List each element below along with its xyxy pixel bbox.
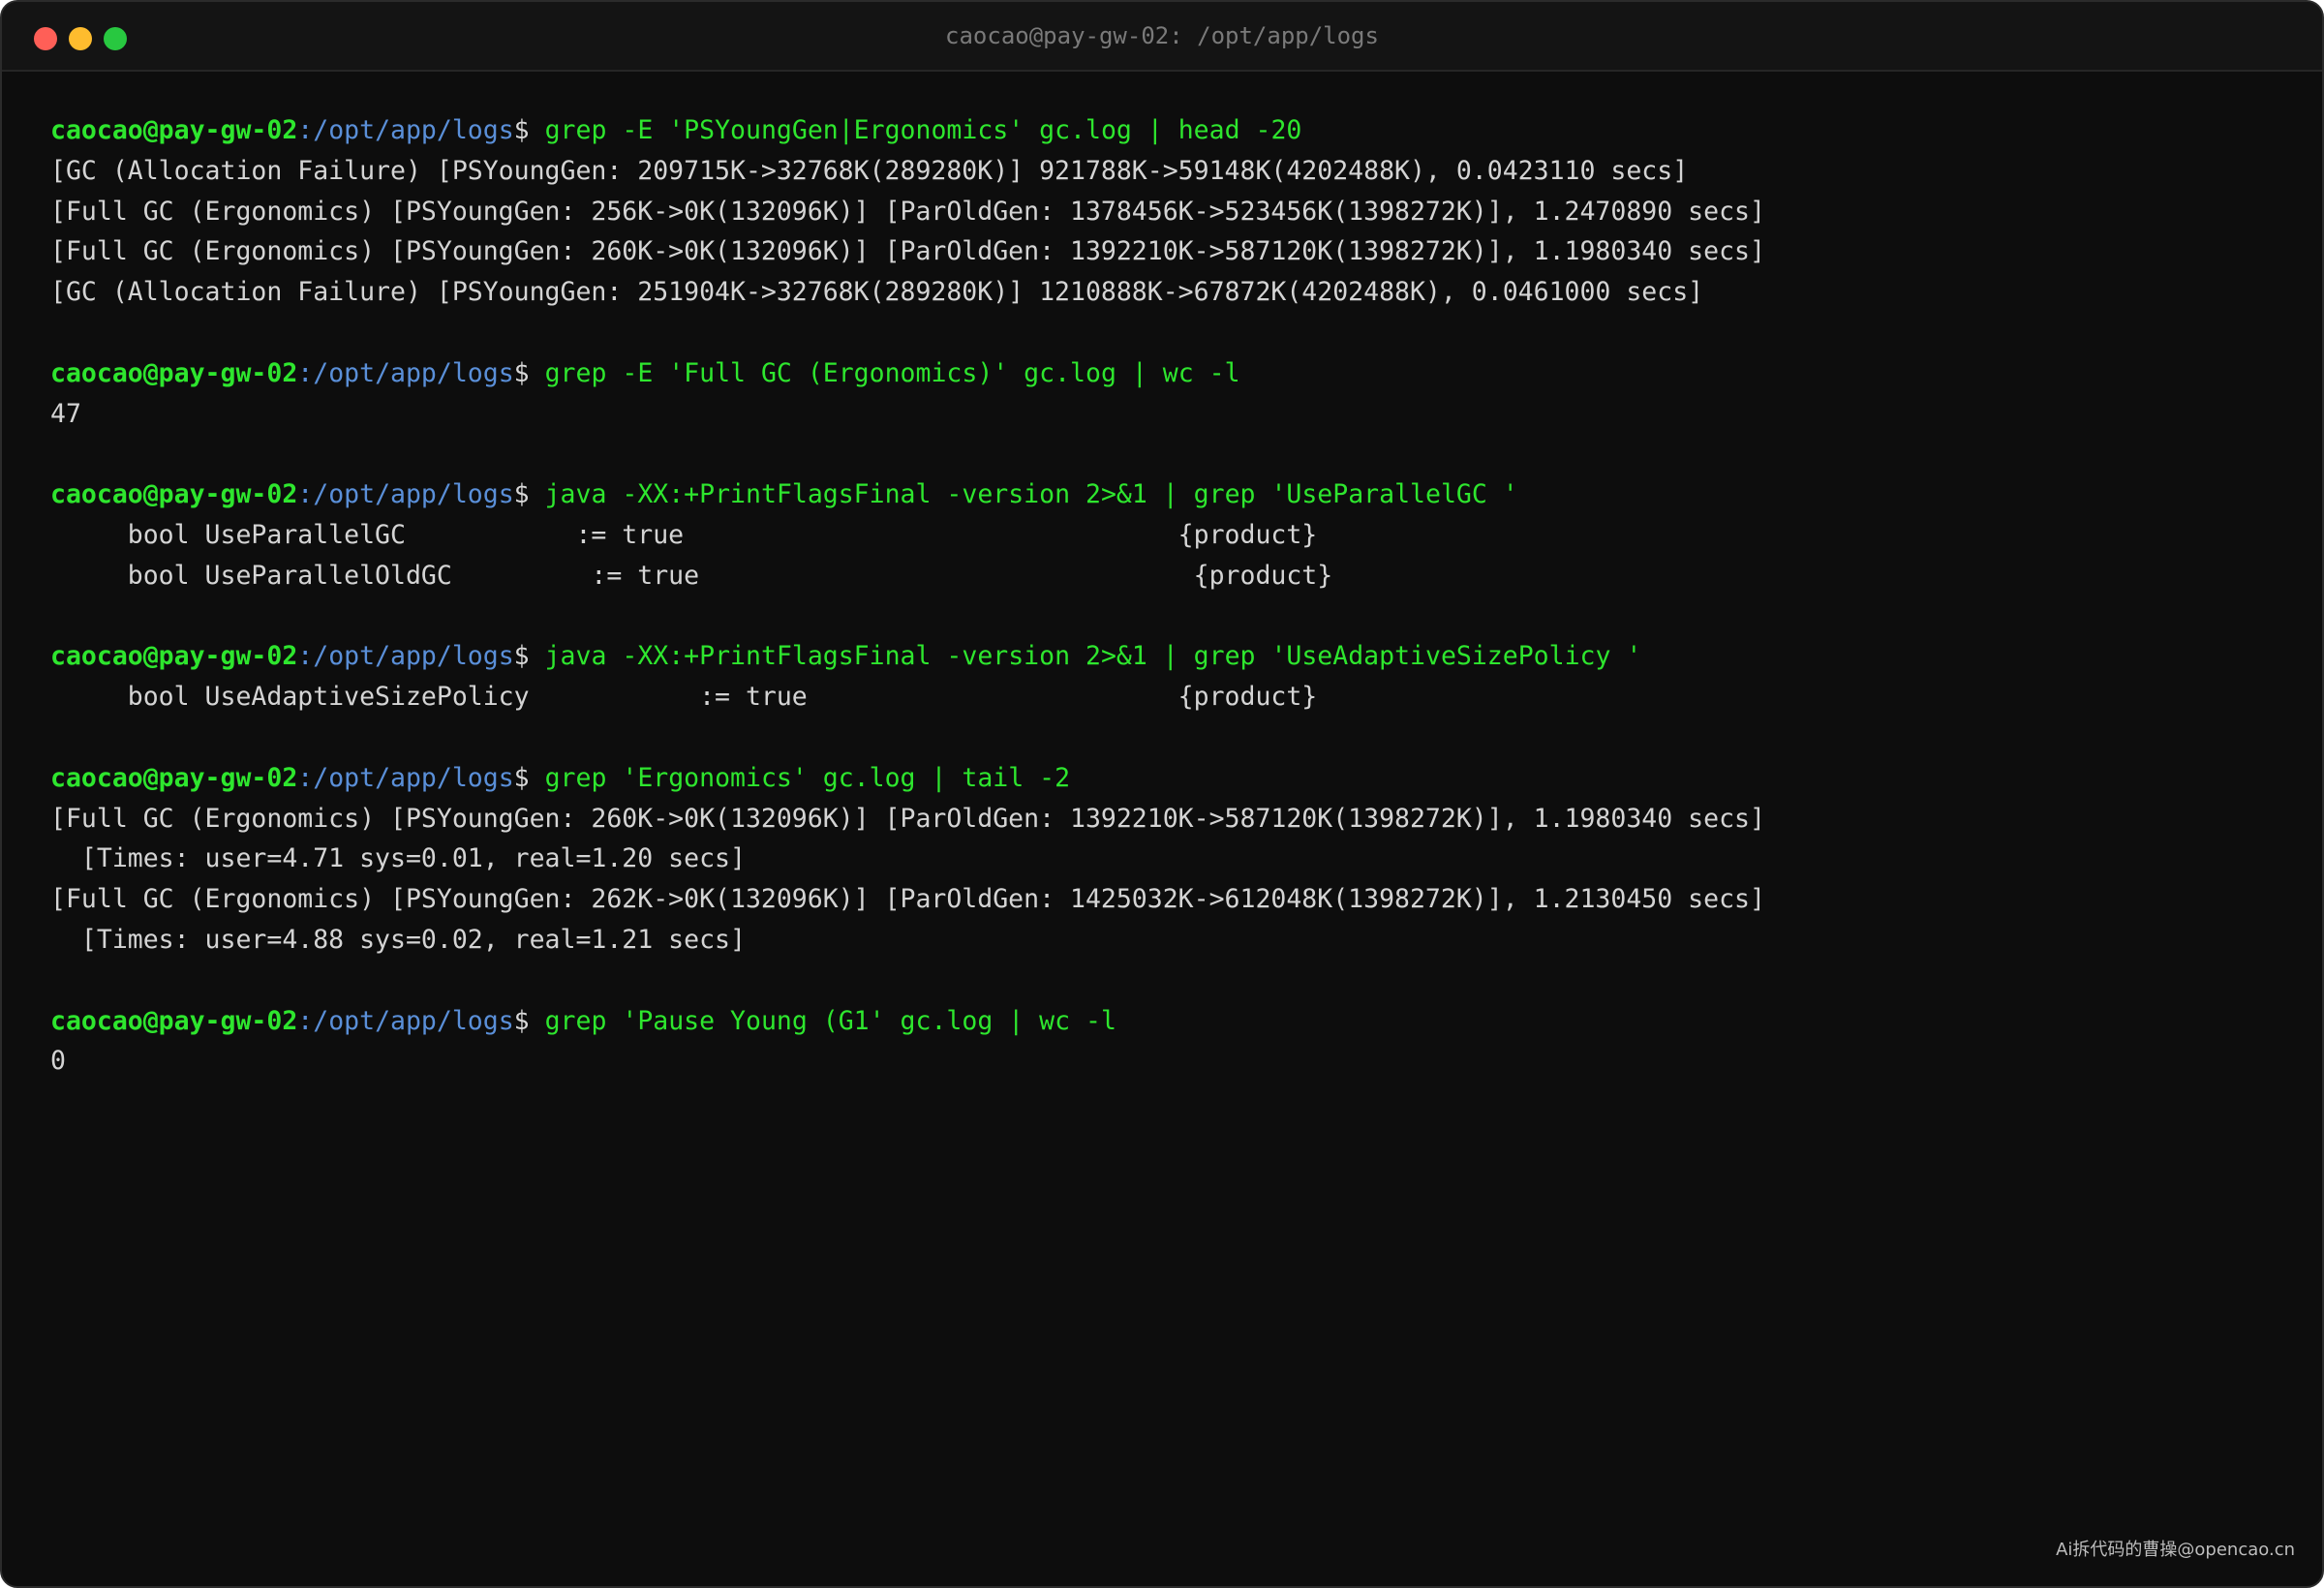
command-text: grep -E 'PSYoungGen|Ergonomics' gc.log |…: [544, 115, 1302, 145]
prompt-colon: :: [297, 641, 314, 672]
output-line: [Times: user=4.71 sys=0.01, real=1.20 se…: [50, 843, 746, 874]
output-line: [GC (Allocation Failure) [PSYoungGen: 25…: [50, 277, 1704, 308]
prompt-line: caocao@pay-gw-02:/opt/app/logs$ grep -E …: [50, 110, 2293, 151]
watermark: Ai拆代码的曹操@opencao.cn: [2056, 1540, 2295, 1560]
output-line: [Full GC (Ergonomics) [PSYoungGen: 260K-…: [50, 236, 1765, 267]
output-line: 47: [50, 398, 81, 429]
output-line: [Full GC (Ergonomics) [PSYoungGen: 262K-…: [50, 884, 1765, 915]
prompt-path: /opt/app/logs: [313, 357, 514, 388]
prompt-line: caocao@pay-gw-02:/opt/app/logs$ grep -E …: [50, 353, 2293, 394]
prompt-symbol: $: [513, 762, 545, 793]
prompt-user: caocao@pay-gw-02: [50, 357, 298, 388]
prompt-symbol: $: [513, 115, 545, 145]
output-line: bool UseParallelOldGC := true {product}: [50, 560, 1333, 591]
prompt-symbol: $: [513, 357, 545, 388]
command-text: java -XX:+PrintFlagsFinal -version 2>&1 …: [544, 641, 1642, 672]
output-line: bool UseAdaptiveSizePolicy := true {prod…: [50, 682, 1318, 713]
prompt-symbol: $: [513, 479, 545, 510]
window-title: caocao@pay-gw-02: /opt/app/logs: [945, 22, 1379, 49]
prompt-path: /opt/app/logs: [313, 762, 514, 793]
prompt-symbol: $: [513, 1005, 545, 1036]
output-line: [Full GC (Ergonomics) [PSYoungGen: 256K-…: [50, 196, 1765, 227]
output-line: [Full GC (Ergonomics) [PSYoungGen: 260K-…: [50, 803, 1765, 834]
prompt-line: caocao@pay-gw-02:/opt/app/logs$ grep 'Pa…: [50, 1001, 2293, 1042]
prompt-colon: :: [297, 762, 314, 793]
prompt-path: /opt/app/logs: [313, 1005, 514, 1036]
prompt-symbol: $: [513, 641, 545, 672]
prompt-line: caocao@pay-gw-02:/opt/app/logs$ java -XX…: [50, 474, 2293, 515]
command-text: grep -E 'Full GC (Ergonomics)' gc.log | …: [544, 357, 1240, 388]
output-line: 0: [50, 1046, 66, 1077]
prompt-path: /opt/app/logs: [313, 641, 514, 672]
command-text: grep 'Ergonomics' gc.log | tail -2: [544, 762, 1071, 793]
command-text: java -XX:+PrintFlagsFinal -version 2>&1 …: [544, 479, 1518, 510]
prompt-user: caocao@pay-gw-02: [50, 479, 298, 510]
prompt-line: caocao@pay-gw-02:/opt/app/logs$ java -XX…: [50, 636, 2293, 677]
prompt-line: caocao@pay-gw-02:/opt/app/logs$ grep 'Er…: [50, 758, 2293, 799]
terminal-output[interactable]: caocao@pay-gw-02:/opt/app/logs$ grep -E …: [50, 110, 2293, 1082]
output-line: [GC (Allocation Failure) [PSYoungGen: 20…: [50, 155, 1689, 186]
prompt-user: caocao@pay-gw-02: [50, 115, 298, 145]
command-text: grep 'Pause Young (G1' gc.log | wc -l: [544, 1005, 1116, 1036]
prompt-colon: :: [297, 357, 314, 388]
prompt-user: caocao@pay-gw-02: [50, 762, 298, 793]
terminal-window: caocao@pay-gw-02: /opt/app/logs caocao@p…: [0, 0, 2324, 1588]
prompt-path: /opt/app/logs: [313, 115, 514, 145]
prompt-user: caocao@pay-gw-02: [50, 641, 298, 672]
output-line: bool UseParallelGC := true {product}: [50, 519, 1318, 550]
prompt-colon: :: [297, 115, 314, 145]
output-line: [Times: user=4.88 sys=0.02, real=1.21 se…: [50, 924, 746, 955]
prompt-colon: :: [297, 479, 314, 510]
title-bar: caocao@pay-gw-02: /opt/app/logs: [2, 2, 2322, 72]
prompt-colon: :: [297, 1005, 314, 1036]
prompt-user: caocao@pay-gw-02: [50, 1005, 298, 1036]
prompt-path: /opt/app/logs: [313, 479, 514, 510]
